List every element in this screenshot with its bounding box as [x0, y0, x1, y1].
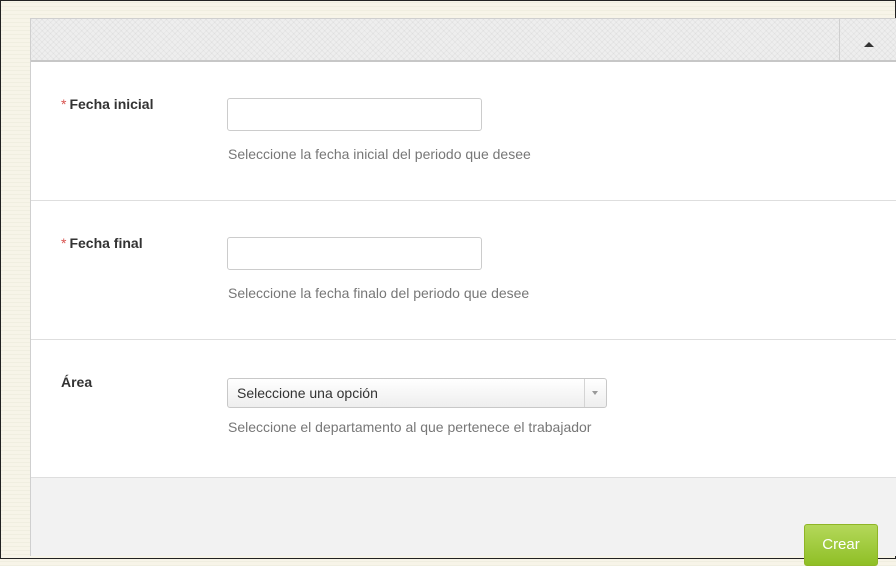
fecha-inicial-label: * Fecha inicial	[61, 96, 154, 112]
triangle-up-icon	[864, 42, 874, 47]
collapse-button[interactable]	[839, 19, 896, 60]
required-marker: *	[61, 96, 67, 112]
area-label: Área	[61, 374, 93, 390]
area-select-toggle[interactable]	[584, 379, 606, 407]
area-select[interactable]: Seleccione una opción	[227, 378, 607, 408]
area-help: Seleccione el departamento al que perten…	[228, 419, 592, 435]
fecha-inicial-help: Seleccione la fecha inicial del periodo …	[228, 146, 531, 162]
form-row-fecha-final: * Fecha final Seleccione la fecha finalo …	[31, 201, 896, 340]
required-marker: *	[61, 235, 67, 251]
form-row-fecha-inicial: * Fecha inicial Seleccione la fecha inici…	[31, 62, 896, 201]
crear-button[interactable]: Crear	[804, 524, 878, 566]
form-row-area: Área Seleccione una opción Seleccione el…	[31, 340, 896, 478]
form-panel: * Fecha inicial Seleccione la fecha inici…	[30, 18, 896, 566]
fecha-final-input[interactable]	[227, 237, 482, 270]
fecha-final-label-text: Fecha final	[69, 235, 143, 251]
fecha-final-help: Seleccione la fecha finalo del periodo q…	[228, 285, 530, 301]
fecha-inicial-label-text: Fecha inicial	[69, 96, 154, 112]
fecha-final-label: * Fecha final	[61, 235, 143, 251]
form-footer: Crear	[31, 478, 896, 566]
fecha-inicial-input[interactable]	[227, 98, 482, 131]
area-select-value: Seleccione una opción	[237, 385, 378, 401]
chevron-down-icon	[592, 391, 598, 395]
panel-header	[31, 19, 896, 62]
